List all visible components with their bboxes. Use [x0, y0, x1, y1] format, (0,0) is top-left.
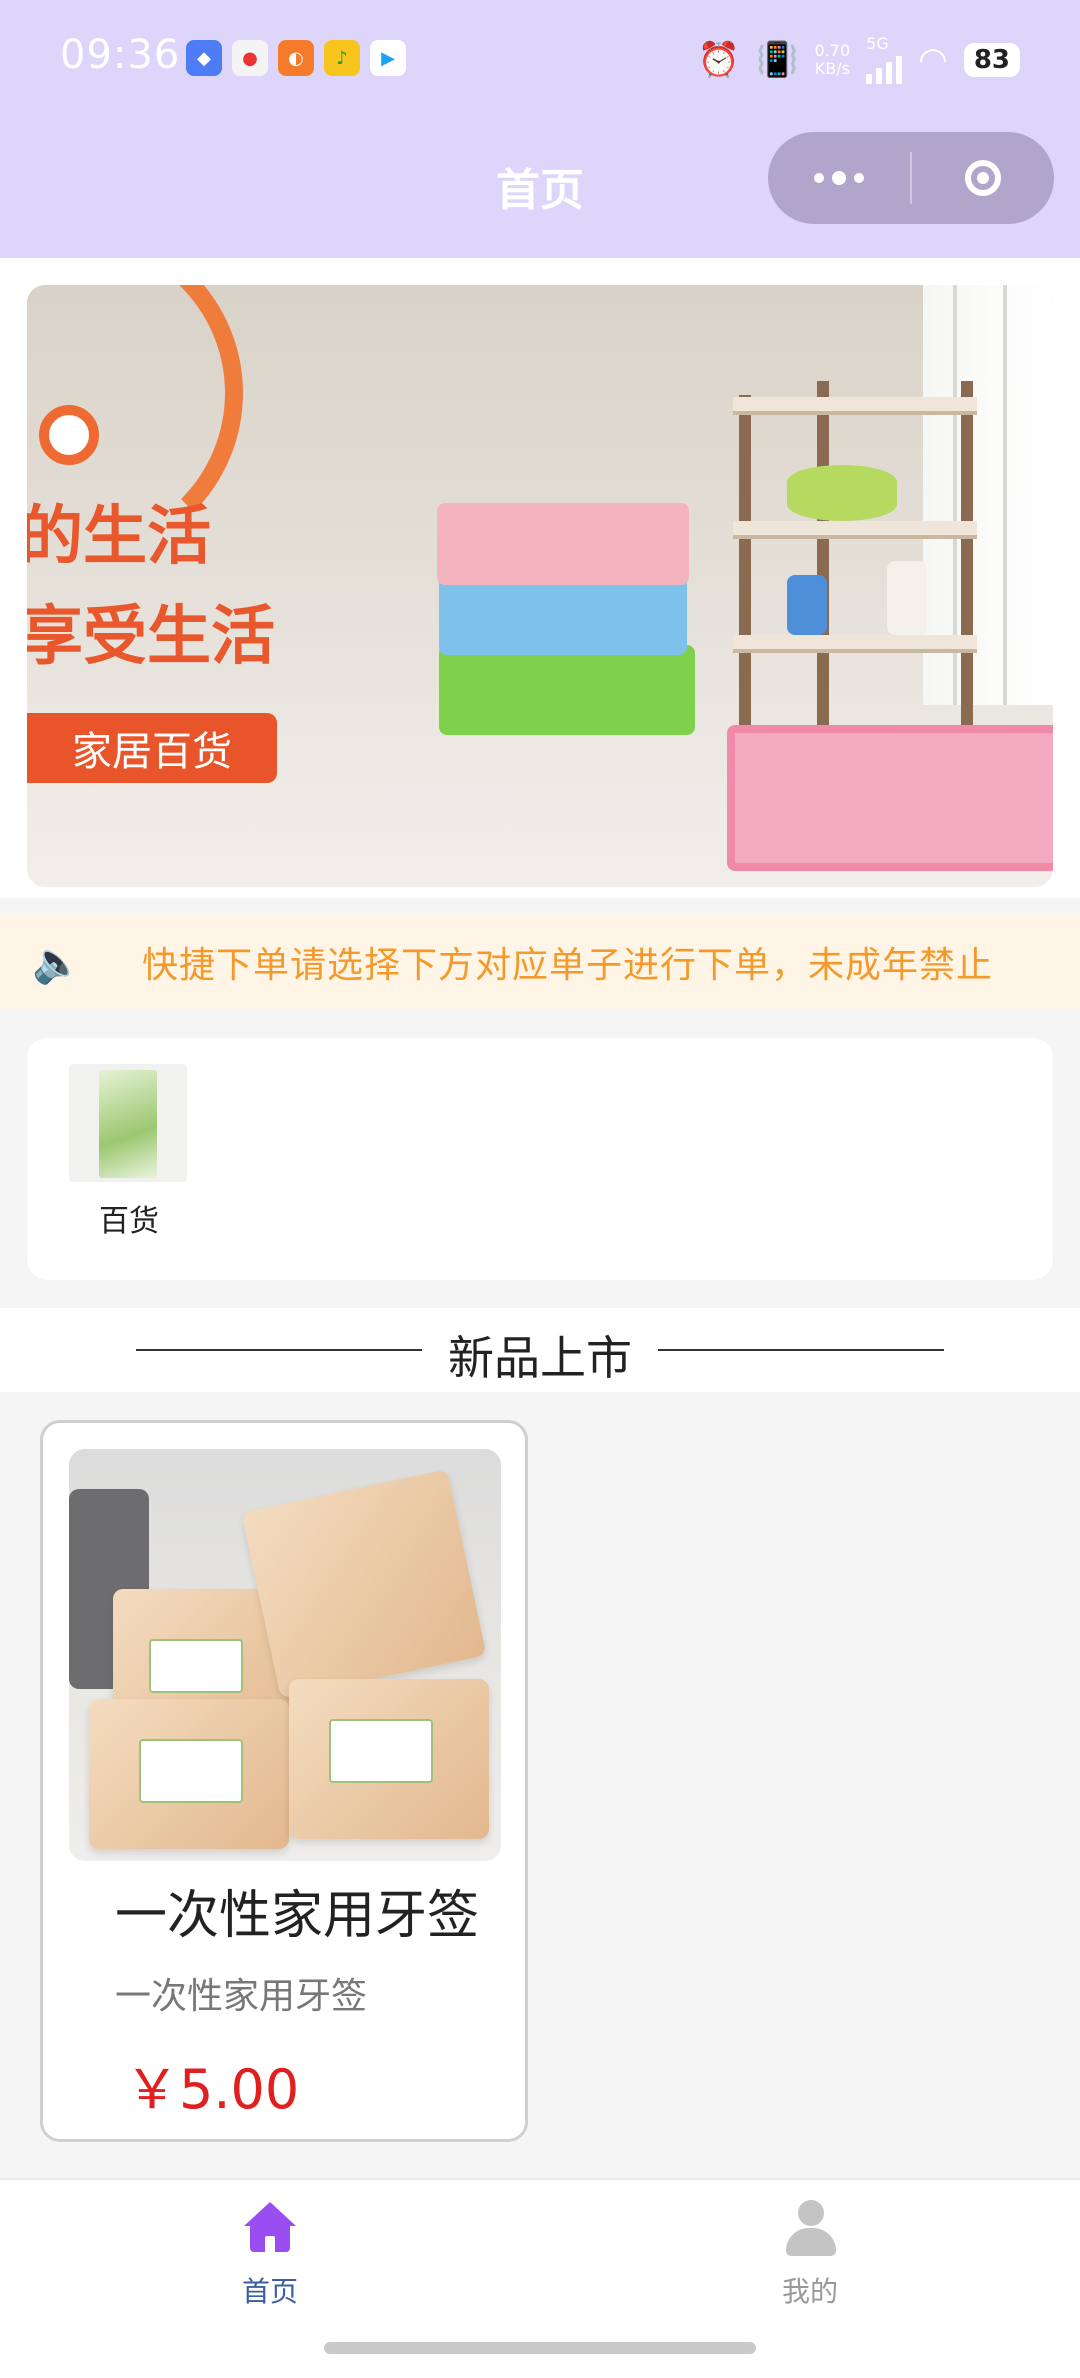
shelf-board — [733, 635, 977, 653]
category-label: 百货 — [99, 1204, 159, 1239]
banner-headline-2: 享受生活 — [27, 600, 275, 674]
shelf-post — [961, 381, 973, 741]
speaker-icon: 🔈 — [32, 939, 82, 986]
vibrate-icon: 📳 — [756, 40, 799, 80]
product-sticker — [139, 1739, 243, 1803]
product-name: 一次性家用牙签 — [115, 1886, 480, 1946]
product-image — [69, 1449, 501, 1861]
net-speed-unit: KB/s — [814, 59, 850, 78]
shelf-board — [733, 397, 977, 415]
status-system-icons: ⏰ 📳 0.70 KB/s 5G ◠ 83 — [698, 36, 1020, 84]
tab-profile[interactable]: 我的 — [710, 2198, 910, 2310]
target-icon — [965, 160, 1001, 196]
bottle — [887, 561, 927, 635]
green-basin — [787, 465, 897, 521]
notice-text: 快捷下单请选择下方对应单子进行下单，未成年禁止 — [142, 945, 994, 986]
shelf-board — [733, 521, 977, 539]
pink-tray — [727, 725, 1053, 871]
product-price: ￥5.00 — [125, 2058, 300, 2121]
section-divider-right — [658, 1349, 944, 1351]
close-mini-program-button[interactable] — [912, 160, 1054, 196]
more-menu-button[interactable] — [768, 171, 910, 185]
battery-indicator: 83 — [963, 43, 1020, 77]
product-pack-image — [99, 1070, 157, 1178]
notice-bar[interactable]: 🔈 快捷下单请选择下方对应单子进行下单，未成年禁止 — [0, 914, 1080, 1010]
banner-headline-1: 的生活 — [27, 500, 211, 574]
blue-box — [439, 575, 687, 655]
app-header: 09:36 ◆ ● ◐ ♪ ▶ ⏰ 📳 0.70 KB/s 5G ◠ 83 首页 — [0, 0, 1080, 258]
cellular-signal: 5G — [866, 34, 903, 84]
product-sticker — [149, 1639, 243, 1693]
video-app-icon: ▶ — [370, 40, 406, 76]
tab-profile-label: 我的 — [781, 2275, 838, 2308]
home-indicator[interactable] — [324, 2342, 756, 2354]
notification-app-icon: ◆ — [186, 40, 222, 76]
toothpick-block — [241, 1469, 487, 1699]
product-sticker — [329, 1719, 433, 1783]
category-item-general[interactable]: 百货 — [69, 1064, 189, 1240]
section-header: 新品上市 — [0, 1308, 1080, 1392]
green-box — [439, 645, 695, 735]
signal-bars-icon — [866, 52, 903, 84]
category-thumbnail — [69, 1064, 187, 1182]
music-app-icon: ♪ — [324, 40, 360, 76]
promo-banner[interactable]: 的生活 享受生活 家居百货 — [27, 285, 1053, 887]
wifi-icon: ◠ — [918, 40, 948, 80]
product-description: 一次性家用牙签 — [115, 1976, 368, 2017]
taobao-app-icon: ◐ — [278, 40, 314, 76]
alarm-icon: ⏰ — [697, 40, 741, 80]
product-card[interactable]: 一次性家用牙签 一次性家用牙签 ￥5.00 — [40, 1420, 528, 2142]
mini-program-capsule — [768, 132, 1054, 224]
pink-box — [437, 503, 689, 585]
banner-tag: 家居百货 — [27, 713, 277, 783]
section-title: 新品上市 — [448, 1331, 632, 1385]
bottle — [787, 575, 827, 635]
home-icon — [240, 2198, 300, 2258]
network-type: 5G — [866, 34, 889, 53]
net-speed-value: 0.70 — [814, 41, 851, 60]
shelf-post — [817, 381, 829, 761]
net-speed: 0.70 KB/s — [815, 42, 851, 78]
banner-pin-decoration — [39, 405, 99, 465]
status-time: 09:36 — [60, 32, 181, 78]
tab-home-label: 首页 — [241, 2275, 298, 2308]
tab-home[interactable]: 首页 — [170, 2198, 370, 2310]
category-grid: 百货 — [27, 1038, 1053, 1280]
status-notification-icons: ◆ ● ◐ ♪ ▶ — [186, 40, 406, 76]
map-app-icon: ● — [232, 40, 268, 76]
user-icon — [780, 2198, 840, 2258]
